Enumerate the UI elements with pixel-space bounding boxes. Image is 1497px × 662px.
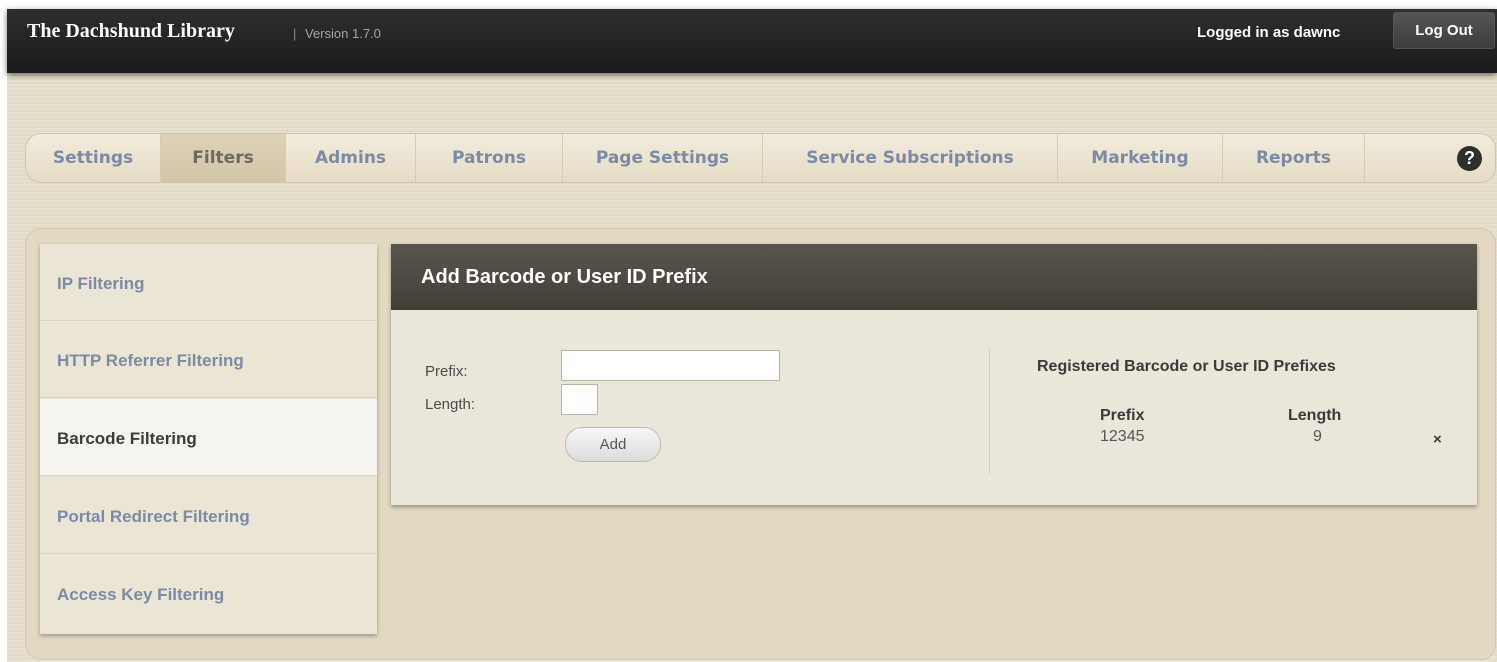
prefix-input[interactable] [561,350,780,381]
card-header: Add Barcode or User ID Prefix [391,244,1477,310]
version-separator: | [293,26,297,41]
sidebar-item-portal-redirect-filtering[interactable]: Portal Redirect Filtering [40,477,377,554]
sidebar-item-label: IP Filtering [57,274,145,293]
logged-in-status: Logged in as dawnc [1197,24,1341,41]
remove-icon[interactable]: × [1433,431,1442,448]
sidebar-item-label: Portal Redirect Filtering [57,507,250,526]
app-title: The Dachshund Library [27,20,235,42]
card-title: Add Barcode or User ID Prefix [421,266,708,288]
top-bar: The Dachshund Library | Version 1.7.0 Lo… [7,9,1497,73]
tab-settings[interactable]: Settings [26,134,161,182]
logout-button[interactable]: Log Out [1393,12,1495,49]
sidebar-item-label: Barcode Filtering [57,429,197,448]
tab-filters[interactable]: Filters [161,134,286,182]
filter-sidebar: IP Filtering HTTP Referrer Filtering Bar… [40,244,377,634]
sidebar-item-label: HTTP Referrer Filtering [57,351,244,370]
tab-reports[interactable]: Reports [1223,134,1365,182]
tab-page-settings[interactable]: Page Settings [563,134,763,182]
prefix-cell: 12345 [1100,428,1145,445]
tab-service-subscriptions[interactable]: Service Subscriptions [763,134,1058,182]
sidebar-item-ip-filtering[interactable]: IP Filtering [40,244,377,321]
column-header-length: Length [1288,407,1342,424]
sidebar-item-label: Access Key Filtering [57,585,225,604]
sidebar-item-barcode-filtering[interactable]: Barcode Filtering [40,399,377,476]
tab-marketing[interactable]: Marketing [1058,134,1223,182]
column-divider [989,348,990,474]
main-nav: Settings Filters Admins Patrons Page Set… [25,133,1496,183]
length-label: Length: [425,396,476,413]
registered-prefixes-title: Registered Barcode or User ID Prefixes [1037,358,1336,375]
column-header-prefix: Prefix [1100,407,1145,424]
tab-admins[interactable]: Admins [286,134,416,182]
help-icon[interactable]: ? [1457,146,1482,171]
add-prefix-card: Add Barcode or User ID Prefix Prefix: Le… [391,244,1477,505]
prefix-label: Prefix: [425,363,468,380]
version-label: Version 1.7.0 [305,26,381,41]
length-input[interactable] [561,384,598,415]
sidebar-item-http-referrer-filtering[interactable]: HTTP Referrer Filtering [40,321,377,398]
app-window: The Dachshund Library | Version 1.7.0 Lo… [7,9,1497,662]
length-cell: 9 [1313,428,1322,445]
sidebar-item-access-key-filtering[interactable]: Access Key Filtering [40,555,377,632]
add-button[interactable]: Add [565,427,661,462]
tab-patrons[interactable]: Patrons [416,134,563,182]
